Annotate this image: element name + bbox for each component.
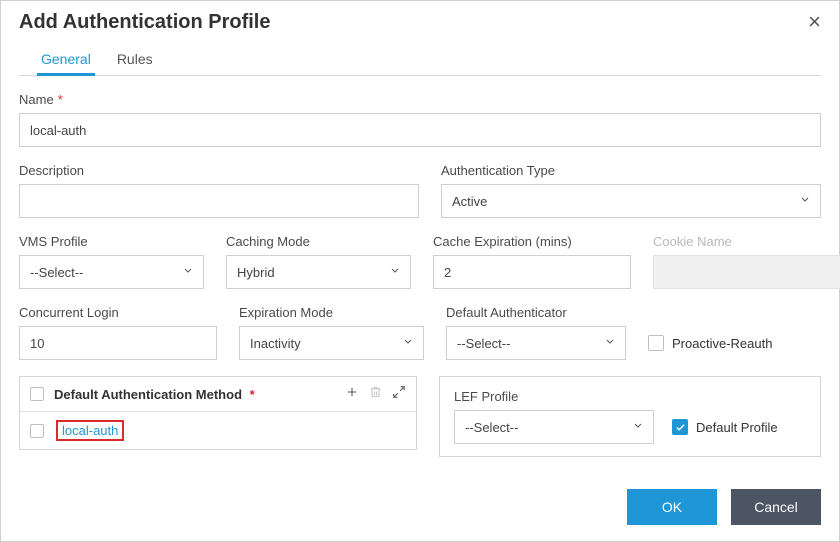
label-expiration-mode: Expiration Mode [239,305,424,320]
row-checkbox[interactable] [30,424,44,438]
dialog-body: Name* Description Authentication Type [1,76,839,475]
concurrent-login-input[interactable] [19,326,217,360]
default-profile-checkbox[interactable]: Default Profile [672,410,806,444]
cancel-button[interactable]: Cancel [731,489,821,525]
field-caching-mode: Caching Mode [226,234,411,289]
field-cookie-name: Cookie Name [653,234,840,289]
label-lef-profile: LEF Profile [454,389,654,404]
caching-mode-select[interactable] [226,255,411,289]
vms-profile-select[interactable] [19,255,204,289]
label-default-profile: Default Profile [696,420,778,435]
dialog-title: Add Authentication Profile [19,11,270,34]
default-auth-method-panel: Default Authentication Method * [19,376,417,457]
field-proactive-reauth: Proactive-Reauth [648,305,821,360]
field-lef-profile: LEF Profile [454,389,654,444]
field-concurrent-login: Concurrent Login [19,305,217,360]
proactive-reauth-checkbox[interactable]: Proactive-Reauth [648,326,821,360]
dialog-footer: OK Cancel [1,475,839,541]
label-proactive-reauth: Proactive-Reauth [672,336,772,351]
select-all-checkbox[interactable] [30,387,44,401]
label-auth-type: Authentication Type [441,163,821,178]
expiration-mode-select[interactable] [239,326,424,360]
default-authenticator-select[interactable] [446,326,626,360]
field-auth-type: Authentication Type [441,163,821,218]
close-icon[interactable]: × [804,9,825,35]
label-vms-profile: VMS Profile [19,234,204,249]
label-description: Description [19,163,419,178]
field-vms-profile: VMS Profile [19,234,204,289]
field-cache-exp: Cache Expiration (mins) [433,234,631,289]
tabs: General Rules [19,39,821,76]
checkbox-icon [648,335,664,351]
tab-rules[interactable]: Rules [113,45,157,75]
tab-general[interactable]: General [37,45,95,75]
field-default-authenticator: Default Authenticator [446,305,626,360]
field-expiration-mode: Expiration Mode [239,305,424,360]
table-row[interactable]: local-auth [20,412,416,449]
label-name: Name* [19,92,821,107]
label-cookie-name: Cookie Name [653,234,840,249]
name-input[interactable] [19,113,821,147]
label-concurrent-login: Concurrent Login [19,305,217,320]
panel-title: Default Authentication Method * [54,387,255,402]
dialog-header: Add Authentication Profile × [1,1,839,39]
field-name: Name* [19,92,821,147]
add-auth-profile-dialog: Add Authentication Profile × General Rul… [0,0,840,542]
lef-profile-panel: LEF Profile Default Profile [439,376,821,457]
method-name-link[interactable]: local-auth [56,420,124,441]
auth-type-select[interactable] [441,184,821,218]
panel-header: Default Authentication Method * [20,377,416,412]
description-input[interactable] [19,184,419,218]
plus-icon[interactable] [345,385,359,403]
field-description: Description [19,163,419,218]
expand-icon[interactable] [392,385,406,403]
cache-exp-input[interactable] [433,255,631,289]
checkbox-checked-icon [672,419,688,435]
lef-profile-select[interactable] [454,410,654,444]
label-default-authenticator: Default Authenticator [446,305,626,320]
ok-button[interactable]: OK [627,489,717,525]
cookie-name-input [653,255,840,289]
label-cache-exp: Cache Expiration (mins) [433,234,631,249]
trash-icon[interactable] [369,385,382,403]
label-caching-mode: Caching Mode [226,234,411,249]
